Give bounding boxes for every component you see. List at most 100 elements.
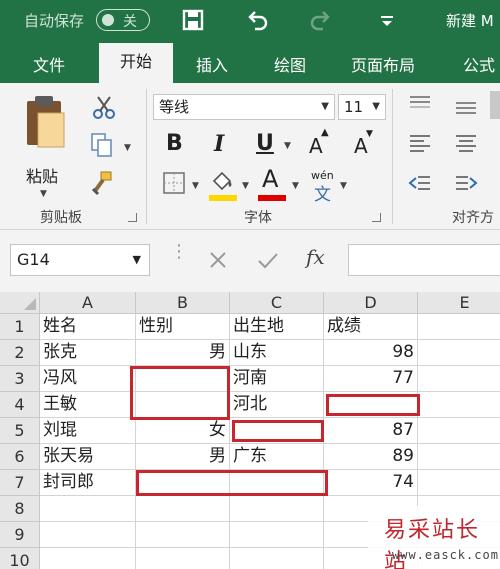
row-header-9[interactable]: 9 <box>0 522 40 548</box>
copy-dropdown-icon[interactable]: ▼ <box>124 143 131 153</box>
font-launcher-icon[interactable] <box>372 213 381 222</box>
cell-d3[interactable]: 77 <box>324 366 418 392</box>
bold-button[interactable]: B <box>166 131 183 156</box>
row-header-7[interactable]: 7 <box>0 470 40 496</box>
cell-a6[interactable]: 张天易 <box>40 444 136 470</box>
tab-insert[interactable]: 插入 <box>196 52 228 76</box>
quick-access-dropdown-icon[interactable] <box>374 7 400 33</box>
cell-d2[interactable]: 98 <box>324 340 418 366</box>
cell-a9[interactable] <box>40 522 136 548</box>
cell-d1[interactable]: 成绩 <box>324 314 418 340</box>
save-icon[interactable] <box>180 7 206 33</box>
cell-b5[interactable]: 女 <box>136 418 230 444</box>
row-header-10[interactable]: 10 <box>0 548 40 569</box>
copy-icon[interactable] <box>88 131 116 159</box>
cell-c4[interactable]: 河北 <box>230 392 324 418</box>
cell-e7[interactable] <box>418 470 500 496</box>
cut-icon[interactable] <box>90 93 118 121</box>
borders-dropdown-icon[interactable]: ▼ <box>192 181 199 191</box>
tab-file[interactable]: 文件 <box>33 52 65 76</box>
cell-e1[interactable] <box>418 314 500 340</box>
cell-e2[interactable] <box>418 340 500 366</box>
cell-a2[interactable]: 张克 <box>40 340 136 366</box>
fill-color-icon[interactable] <box>208 167 236 195</box>
row-header-6[interactable]: 6 <box>0 444 40 470</box>
cell-d7[interactable]: 74 <box>324 470 418 496</box>
column-header-a[interactable]: A <box>40 292 136 314</box>
italic-button[interactable]: I <box>214 131 224 157</box>
tab-formulas[interactable]: 公式 <box>463 52 495 76</box>
cell-a3[interactable]: 冯风 <box>40 366 136 392</box>
align-center-icon[interactable] <box>452 129 480 157</box>
cell-a8[interactable] <box>40 496 136 522</box>
cell-b9[interactable] <box>136 522 230 548</box>
row-header-2[interactable]: 2 <box>0 340 40 366</box>
cell-e6[interactable] <box>418 444 500 470</box>
insert-function-button[interactable]: fx <box>306 245 325 269</box>
increase-indent-icon[interactable] <box>452 169 480 197</box>
name-box[interactable]: G14 ▼ <box>10 244 150 276</box>
row-header-5[interactable]: 5 <box>0 418 40 444</box>
more-options-icon[interactable]: ⋮ <box>170 243 188 261</box>
cell-b2[interactable]: 男 <box>136 340 230 366</box>
enter-icon[interactable] <box>254 246 282 274</box>
cell-b6[interactable]: 男 <box>136 444 230 470</box>
select-all-button[interactable] <box>0 292 40 314</box>
column-header-e[interactable]: E <box>418 292 500 314</box>
redo-icon[interactable] <box>308 7 334 33</box>
tab-home[interactable]: 开始 <box>99 43 173 83</box>
wrap-text-button[interactable] <box>490 91 500 119</box>
column-header-d[interactable]: D <box>324 292 418 314</box>
cell-b8[interactable] <box>136 496 230 522</box>
underline-button[interactable]: U <box>256 131 274 156</box>
phonetic-dropdown-icon[interactable]: ▼ <box>340 181 347 191</box>
cell-a7[interactable]: 封司郎 <box>40 470 136 496</box>
undo-icon[interactable] <box>244 7 270 33</box>
cell-a4[interactable]: 王敏 <box>40 392 136 418</box>
paste-button[interactable]: 粘贴 ▼ <box>20 91 70 201</box>
cell-a10[interactable] <box>40 548 136 569</box>
row-header-8[interactable]: 8 <box>0 496 40 522</box>
row-header-4[interactable]: 4 <box>0 392 40 418</box>
font-name-select[interactable]: 等线 ▼ <box>153 94 335 120</box>
cancel-icon[interactable] <box>204 246 232 274</box>
font-color-button[interactable]: A <box>262 165 278 193</box>
cell-c3[interactable]: 河南 <box>230 366 324 392</box>
cell-c1[interactable]: 出生地 <box>230 314 324 340</box>
row-header-3[interactable]: 3 <box>0 366 40 392</box>
cell-c2[interactable]: 山东 <box>230 340 324 366</box>
clipboard-launcher-icon[interactable] <box>128 213 137 222</box>
cell-c8[interactable] <box>230 496 324 522</box>
cell-d6[interactable]: 89 <box>324 444 418 470</box>
cell-e3[interactable] <box>418 366 500 392</box>
font-size-select[interactable]: 11 ▼ <box>338 94 386 120</box>
tab-page-layout[interactable]: 页面布局 <box>351 52 415 76</box>
align-left-icon[interactable] <box>406 129 434 157</box>
align-top-icon[interactable] <box>406 91 434 119</box>
cell-c6[interactable]: 广东 <box>230 444 324 470</box>
phonetic-guide-button[interactable]: 文 <box>314 180 331 205</box>
cell-e4[interactable] <box>418 392 500 418</box>
cell-b1[interactable]: 性别 <box>136 314 230 340</box>
format-painter-icon[interactable] <box>88 169 116 197</box>
cell-d5[interactable]: 87 <box>324 418 418 444</box>
borders-icon[interactable] <box>160 169 188 197</box>
autosave-toggle[interactable]: 关 <box>96 9 150 31</box>
decrease-indent-icon[interactable] <box>406 169 434 197</box>
font-color-dropdown-icon[interactable]: ▼ <box>292 181 299 191</box>
underline-dropdown-icon[interactable]: ▼ <box>284 141 291 151</box>
ribbon: 粘贴 ▼ ▼ 剪贴板 等线 ▼ 11 ▼ B I U ▼ A ▲ A ▼ ▼ ▼… <box>0 83 500 230</box>
cell-c10[interactable] <box>230 548 324 569</box>
row-header-1[interactable]: 1 <box>0 314 40 340</box>
formula-input[interactable] <box>348 244 500 276</box>
align-middle-icon[interactable] <box>452 93 480 121</box>
fill-color-dropdown-icon[interactable]: ▼ <box>242 181 249 191</box>
column-header-b[interactable]: B <box>136 292 230 314</box>
cell-c9[interactable] <box>230 522 324 548</box>
cell-e5[interactable] <box>418 418 500 444</box>
cell-a5[interactable]: 刘琨 <box>40 418 136 444</box>
cell-a1[interactable]: 姓名 <box>40 314 136 340</box>
tab-draw[interactable]: 绘图 <box>274 52 306 76</box>
cell-b10[interactable] <box>136 548 230 569</box>
column-header-c[interactable]: C <box>230 292 324 314</box>
